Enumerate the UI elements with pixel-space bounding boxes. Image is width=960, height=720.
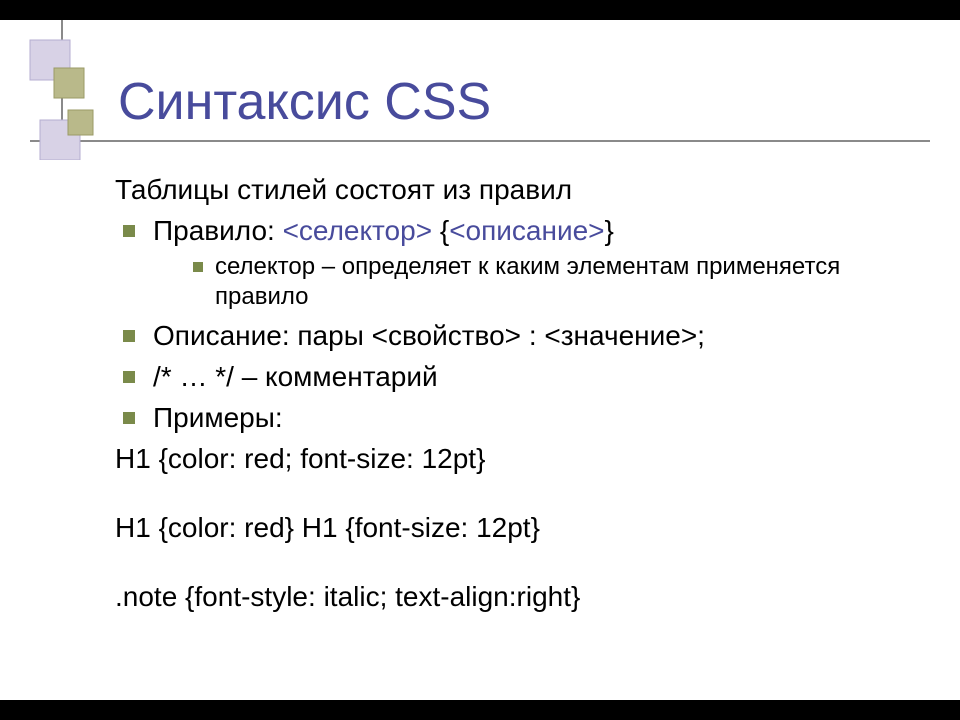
- bullet-examples-label: Примеры:: [115, 400, 915, 435]
- example-2: H1 {color: red} H1 {font-size: 12pt}: [115, 510, 915, 545]
- bullet-rule: Правило: <селектор> {<описание>} селекто…: [115, 213, 915, 312]
- bullet-description: Описание: пары <свойство> : <значение>;: [115, 318, 915, 353]
- slide-content: Таблицы стилей состоят из правил Правило…: [115, 172, 915, 614]
- example-3: .note {font-style: italic; text-align:ri…: [115, 579, 915, 614]
- sub-bullet-selector-def: селектор – определяет к каким элементам …: [153, 252, 915, 312]
- bullet-rule-selector: <селектор>: [283, 215, 432, 246]
- bullet-list: Правило: <селектор> {<описание>} селекто…: [115, 213, 915, 435]
- sub-bullet-list: селектор – определяет к каким элементам …: [153, 252, 915, 312]
- slide-title: Синтаксис CSS: [118, 72, 491, 132]
- bullet-comment: /* … */ – комментарий: [115, 359, 915, 394]
- example-1: H1 {color: red; font-size: 12pt}: [115, 441, 915, 476]
- bottom-shadow: [0, 700, 960, 720]
- bullet-rule-mid: {: [432, 215, 449, 246]
- bullet-rule-desc: <описание>: [449, 215, 604, 246]
- bullet-rule-post: }: [605, 215, 614, 246]
- bullet-rule-pre: Правило:: [153, 215, 283, 246]
- slide: Синтаксис CSS Таблицы стилей состоят из …: [0, 20, 960, 700]
- intro-text: Таблицы стилей состоят из правил: [115, 172, 915, 207]
